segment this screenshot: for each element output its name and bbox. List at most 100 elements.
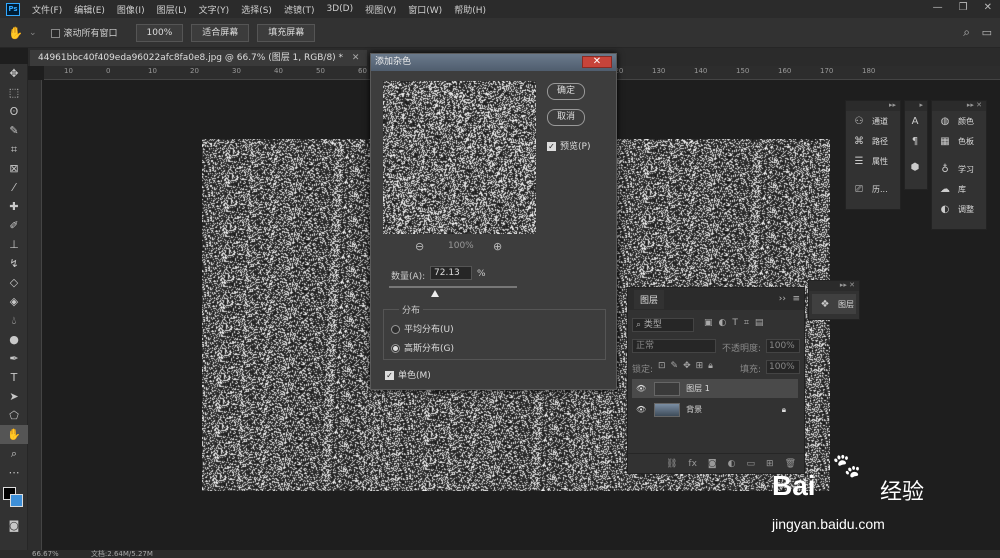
adjustments-panel-button[interactable]: ◐ 调整 [932,199,986,219]
3d-panel-button[interactable]: ⬢ [905,157,927,177]
healing-tool-icon[interactable]: ✚ [0,197,28,216]
panel-header[interactable]: ▸ [905,101,927,111]
panel-header[interactable]: ▸▸ ✕ [932,101,986,111]
hand-tool-icon-active[interactable]: ✋ [0,425,28,444]
workspace-icon[interactable]: ▭ [982,26,992,39]
eyedropper-tool-icon[interactable]: ⁄ [0,178,28,197]
monochromatic-checkbox[interactable]: 单色(M) [385,368,431,381]
scroll-all-windows-checkbox[interactable]: 滚动所有窗口 [50,26,118,39]
group-folder-icon[interactable]: ▭ [747,459,756,469]
menu-filter[interactable]: 滤镜(T) [284,3,315,16]
menu-layer[interactable]: 图层(L) [157,3,187,16]
quick-select-tool-icon[interactable]: ✎ [0,121,28,140]
opacity-input[interactable]: 100% [766,339,800,353]
zoom-tool-icon[interactable]: ⌕ [0,444,28,463]
tool-preset-chevron-icon[interactable]: ⌄ [29,28,37,38]
menu-select[interactable]: 选择(S) [241,3,272,16]
uniform-radio[interactable]: 平均分布(U) [391,322,454,335]
history-panel-button[interactable]: ⎚ 历... [846,179,900,199]
background-color-swatch[interactable] [10,494,23,507]
menu-3d[interactable]: 3D(D) [326,4,353,14]
zoom-out-icon[interactable]: ⊖ [415,240,424,253]
swatches-panel-button[interactable]: ▦ 色板 [932,131,986,151]
layer-filter-icons[interactable]: ▣◐T⌗▤ [704,318,769,328]
fill-screen-button[interactable]: 填充屏幕 [257,23,316,42]
close-tab-icon[interactable]: ✕ [352,53,360,63]
properties-panel-button[interactable]: ☰ 属性 [846,151,900,171]
fill-input[interactable]: 100% [766,360,800,374]
move-tool-icon[interactable]: ✥ [0,64,28,83]
hand-tool-icon[interactable]: ✋ [8,26,23,40]
menu-type[interactable]: 文字(Y) [199,3,230,16]
minimize-icon[interactable]: — [933,2,943,13]
panel-menu-icon[interactable]: ≡ [792,294,800,304]
menu-edit[interactable]: 编辑(E) [74,3,105,16]
eraser-tool-icon[interactable]: ◇ [0,273,28,292]
dialog-titlebar[interactable]: 添加杂色 [371,54,616,71]
lasso-tool-icon[interactable]: ʘ [0,102,28,121]
menu-image[interactable]: 图像(I) [117,3,145,16]
marquee-tool-icon[interactable]: ⬚ [0,83,28,102]
layer-row[interactable]: 👁︎ 背景 🔒︎ [632,400,798,419]
character-panel-button[interactable]: A [905,111,927,131]
close-icon[interactable]: ✕ [984,2,992,13]
libraries-panel-button[interactable]: ☁ 库 [932,179,986,199]
menu-help[interactable]: 帮助(H) [454,3,486,16]
more-tools-icon[interactable]: ⋯ [0,463,28,482]
restore-icon[interactable]: ❐ [959,2,968,13]
noise-preview[interactable] [383,81,536,234]
layer-filter-select[interactable]: ⌕ 类型 [632,318,694,332]
ok-button[interactable]: 确定 [547,83,585,100]
paths-panel-button[interactable]: ⌘ 路径 [846,131,900,151]
layer-thumbnail [654,402,681,417]
dialog-close-button[interactable]: ✕ [582,56,612,68]
learn-panel-button[interactable]: ♁ 学习 [932,159,986,179]
channels-panel-button[interactable]: ⚇ 通道 [846,111,900,131]
visibility-eye-icon[interactable]: 👁︎ [636,405,646,414]
preview-checkbox[interactable]: 预览(P) [547,139,590,152]
menu-window[interactable]: 窗口(W) [408,3,442,16]
layer-row[interactable]: 👁︎ 图层 1 [632,379,798,398]
menu-view[interactable]: 视图(V) [365,3,396,16]
paint-bucket-tool-icon[interactable]: ◈ [0,292,28,311]
status-bar: 66.67% 文档:2.64M/5.27M [0,550,1000,558]
brush-tool-icon[interactable]: ✐ [0,216,28,235]
visibility-eye-icon[interactable]: 👁︎ [636,384,646,393]
cancel-button[interactable]: 取消 [547,109,585,126]
fx-icon[interactable]: fx [688,459,697,469]
search-icon[interactable]: ⌕ [963,25,970,40]
history-brush-tool-icon[interactable]: ↯ [0,254,28,273]
stamp-tool-icon[interactable]: ⊥ [0,235,28,254]
layers-panel-button[interactable]: ❖ 图层 [812,294,856,314]
gaussian-radio[interactable]: 高斯分布(G) [391,341,454,354]
panel-header[interactable]: ▸▸ [846,101,900,111]
collapse-icon[interactable]: ›› [779,294,786,304]
zoom-in-icon[interactable]: ⊕ [493,240,502,253]
frame-tool-icon[interactable]: ⊠ [0,159,28,178]
amount-input[interactable]: 72.13 [430,266,472,280]
zoom-100-button[interactable]: 100% [135,23,184,42]
crop-tool-icon[interactable]: ⌗ [0,140,28,159]
panel-header[interactable]: ▸▸ ✕ [809,281,859,291]
fit-screen-button[interactable]: 适合屏幕 [191,23,250,42]
mask-icon[interactable]: ◙ [708,459,717,469]
color-panel-button[interactable]: ◍ 颜色 [932,111,986,131]
quick-mask-icon[interactable]: ◙ [0,516,28,535]
adjustment-layer-icon[interactable]: ◐ [728,459,736,469]
lock-icons[interactable]: ⊡✎✥⊞🔒︎ [658,361,718,371]
amount-slider-thumb[interactable] [431,290,440,297]
path-select-tool-icon[interactable]: ➤ [0,387,28,406]
pen-tool-icon[interactable]: ✒ [0,349,28,368]
link-layers-icon[interactable]: ⛓ [666,459,677,469]
blur-tool-icon[interactable]: 💧︎ [0,311,28,330]
paragraph-panel-button[interactable]: ¶ [905,131,927,151]
layers-tab[interactable]: 图层 [634,289,665,309]
document-tab[interactable]: 44961bbc40f409eda96022afc8fa0e8.jpg @ 66… [30,50,368,66]
type-tool-icon[interactable]: T [0,368,28,387]
amount-slider-track[interactable] [389,286,517,288]
shape-tool-icon[interactable]: ⬠ [0,406,28,425]
color-swatches[interactable] [0,482,27,516]
blend-mode-select[interactable]: 正常 [632,339,716,353]
dodge-tool-icon[interactable]: ● [0,330,28,349]
menu-file[interactable]: 文件(F) [32,3,62,16]
